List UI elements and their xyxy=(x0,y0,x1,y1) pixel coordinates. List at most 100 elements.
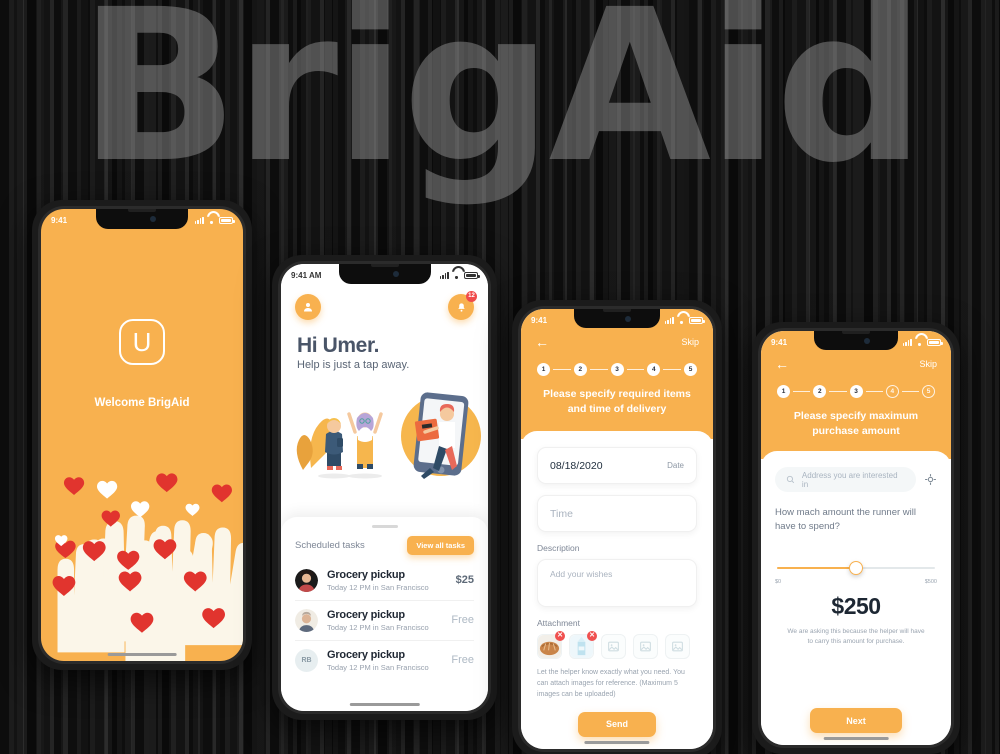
wifi-icon xyxy=(207,217,216,224)
welcome-text: Welcome BrigAid xyxy=(94,397,190,409)
attachment-thumb-bread[interactable]: ✕ xyxy=(537,631,565,659)
wizard-title: Please specify required items and time o… xyxy=(543,388,691,416)
attachment-list: ✕ ✕ xyxy=(537,631,697,659)
slider-knob[interactable] xyxy=(849,560,863,575)
task-subtitle: Today 12 PM in San Francisco xyxy=(327,582,429,592)
greeting-block: Hi Umer. Help is just a tap away. xyxy=(297,334,409,371)
task-title: Grocery pickup xyxy=(327,608,405,621)
camera-icon xyxy=(150,216,156,222)
avatar-initials: RB xyxy=(295,648,318,672)
description-input[interactable]: Add your wishes xyxy=(537,559,697,607)
remove-attachment-icon[interactable]: ✕ xyxy=(555,631,565,641)
task-row[interactable]: RB Grocery pickup Today 12 PM in San Fra… xyxy=(295,641,474,680)
home-screen: 9:41 AM 12 Hi Umer. Help is just a tap a… xyxy=(281,264,488,711)
drag-handle[interactable] xyxy=(371,525,398,528)
step-line xyxy=(663,369,681,370)
home-indicator[interactable] xyxy=(823,737,889,740)
speaker xyxy=(370,264,399,267)
avatar xyxy=(295,608,318,632)
step-5[interactable]: 5 xyxy=(922,385,935,398)
attachment-slot-empty[interactable] xyxy=(601,634,626,659)
step-3[interactable]: 3 xyxy=(849,385,863,398)
step-5[interactable]: 5 xyxy=(684,363,697,376)
phone-amount: 9:41 ← Skip 1 2 3 4 5 Please specify max… xyxy=(752,322,960,754)
search-icon xyxy=(786,475,795,484)
view-all-tasks-button[interactable]: View all tasks xyxy=(407,535,474,555)
address-search-row: Address you are interested in xyxy=(775,467,937,492)
step-line xyxy=(626,369,645,370)
step-1[interactable]: 1 xyxy=(537,363,550,376)
battery-icon xyxy=(219,216,235,224)
status-time: 9:41 xyxy=(51,215,68,225)
hands-illustration xyxy=(41,451,243,661)
wifi-icon xyxy=(915,339,924,346)
back-button[interactable]: ← xyxy=(775,357,789,371)
address-search-placeholder: Address you are interested in xyxy=(801,470,898,489)
task-info: Grocery pickup Today 12 PM in San Franci… xyxy=(327,609,451,632)
home-indicator[interactable] xyxy=(107,653,177,656)
signal-icon xyxy=(194,216,204,224)
amount-slider[interactable] xyxy=(777,560,935,575)
send-button[interactable]: Send xyxy=(578,711,656,737)
scheduled-tasks-card: Scheduled tasks View all tasks Grocery p… xyxy=(281,517,488,711)
wifi-icon xyxy=(677,317,686,324)
task-row[interactable]: Grocery pickup Today 12 PM in San Franci… xyxy=(295,561,474,601)
step-line xyxy=(865,391,883,392)
slider-fill xyxy=(777,566,856,569)
phone-bezel: 9:41 AM 12 Hi Umer. Help is just a tap a… xyxy=(278,261,491,714)
bell-icon xyxy=(457,302,465,312)
remove-attachment-icon[interactable]: ✕ xyxy=(587,631,597,641)
task-info: Grocery pickup Today 12 PM in San Franci… xyxy=(327,649,451,672)
notch xyxy=(574,309,660,328)
back-button[interactable]: ← xyxy=(535,335,549,349)
step-2[interactable]: 2 xyxy=(813,385,827,398)
notification-button[interactable]: 12 xyxy=(448,291,477,320)
speaker xyxy=(603,309,631,312)
signal-icon xyxy=(664,316,674,324)
camera-icon xyxy=(625,315,631,322)
image-icon xyxy=(672,641,683,652)
step-4[interactable]: 4 xyxy=(647,363,661,376)
notch xyxy=(96,209,188,229)
skip-button[interactable]: Skip xyxy=(919,359,937,369)
profile-avatar-button[interactable] xyxy=(295,294,321,320)
attachment-thumb-milk[interactable]: ✕ xyxy=(569,631,597,659)
attachment-slot-empty[interactable] xyxy=(633,634,658,659)
step-3[interactable]: 3 xyxy=(610,363,624,376)
splash-screen: 9:41 U Welcome BrigAid xyxy=(41,209,243,661)
phone-splash: 9:41 U Welcome BrigAid xyxy=(32,200,252,670)
phone-bezel: 9:41 U Welcome BrigAid xyxy=(38,206,246,664)
status-time: 9:41 xyxy=(531,315,548,325)
skip-button[interactable]: Skip xyxy=(681,337,699,347)
signal-icon xyxy=(439,271,449,279)
home-indicator[interactable] xyxy=(349,703,420,706)
amount-value: $250 xyxy=(831,592,881,619)
attachment-slot-empty[interactable] xyxy=(665,634,690,659)
avatar xyxy=(295,568,318,592)
home-indicator[interactable] xyxy=(584,741,650,744)
tasks-label: Scheduled tasks xyxy=(295,539,365,551)
step-4[interactable]: 4 xyxy=(885,385,899,398)
greeting-subtitle: Help is just a tap away. xyxy=(297,359,410,371)
status-icons xyxy=(194,216,235,224)
home-top-section: 12 Hi Umer. Help is just a tap away. xyxy=(281,264,488,529)
step-2[interactable]: 2 xyxy=(573,363,587,376)
tasks-header: Scheduled tasks View all tasks xyxy=(295,535,474,555)
amount-question: How mach amount the runner will have to … xyxy=(775,507,916,533)
next-button[interactable]: Next xyxy=(810,708,902,733)
time-field[interactable]: Time xyxy=(537,495,697,532)
step-1[interactable]: 1 xyxy=(777,385,790,398)
task-row[interactable]: Grocery pickup Today 12 PM in San Franci… xyxy=(295,601,474,641)
camera-icon xyxy=(392,271,399,277)
crosshair-icon[interactable] xyxy=(924,473,937,486)
date-value: 08/18/2020 xyxy=(550,459,603,472)
status-icons xyxy=(439,271,480,279)
time-placeholder: Time xyxy=(550,507,573,520)
task-price: Free xyxy=(451,614,474,626)
address-search-input[interactable]: Address you are interested in xyxy=(775,467,916,492)
speaker xyxy=(842,331,870,334)
date-field[interactable]: 08/18/2020 Date xyxy=(537,447,697,484)
status-time: 9:41 AM xyxy=(291,270,322,280)
attachment-label: Attachment xyxy=(537,618,580,628)
slider-min-label: $0 xyxy=(775,578,782,585)
